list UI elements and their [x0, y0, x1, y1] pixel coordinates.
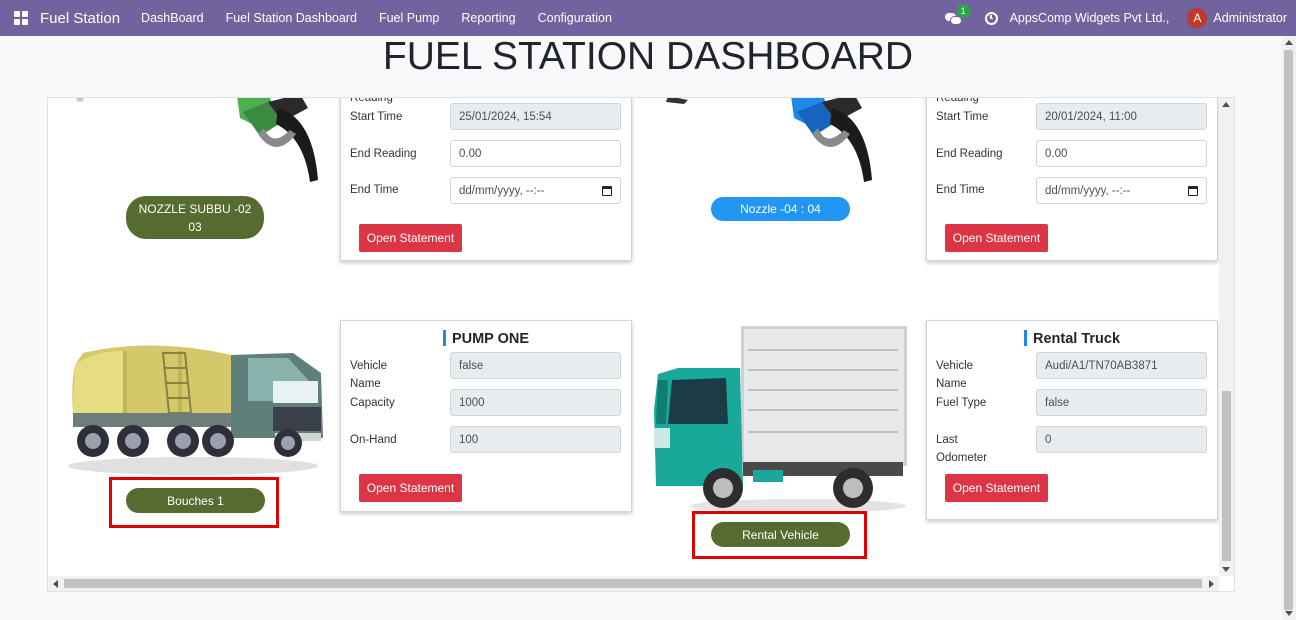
user-menu[interactable]: Administrator: [1213, 11, 1287, 25]
vehicle-name-label: Vehicle Name: [936, 360, 974, 390]
top-navbar: Fuel Station DashBoard Fuel Station Dash…: [0, 0, 1296, 36]
start-time-label: Start Time: [350, 111, 403, 123]
truck-card-title-text: Rental Truck: [1032, 331, 1121, 347]
scroll-down-icon[interactable]: [1222, 567, 1230, 572]
navbar-right: 1 AppsComp Widgets Pvt Ltd., A Administr…: [944, 0, 1287, 36]
reading-label: Reading: [936, 97, 979, 104]
rental-vehicle-pill-label: Rental Vehicle: [742, 527, 819, 542]
open-statement-button[interactable]: Open Statement: [945, 474, 1048, 502]
calendar-icon[interactable]: [602, 186, 612, 196]
page-title: FUEL STATION DASHBOARD: [382, 35, 914, 78]
end-time-placeholder: dd/mm/yyyy, --:--: [459, 184, 545, 197]
frame-vertical-scrollbar[interactable]: [1219, 98, 1234, 576]
nozzle-04-pill[interactable]: Nozzle -04 : 04: [711, 197, 850, 221]
fuel-nozzle-blue-image: [666, 98, 872, 182]
fuel-type-field: false: [1036, 389, 1207, 416]
vehicle-name-field: false: [450, 352, 621, 379]
vehicle-name-label: Vehicle Name: [350, 360, 388, 390]
fuel-type-label: Fuel Type: [936, 397, 987, 409]
app-brand[interactable]: Fuel Station: [40, 10, 120, 27]
end-reading-input[interactable]: 0.00: [450, 140, 621, 167]
scroll-right-icon[interactable]: [1209, 580, 1214, 588]
pump-card-title-text: PUMP ONE: [451, 331, 530, 347]
start-time-field: 20/01/2024, 11:00: [1036, 103, 1207, 130]
rental-truck-card: Rental Truck Vehicle Name Audi/A1/TN70AB…: [926, 320, 1218, 520]
end-reading-label: End Reading: [936, 148, 1003, 160]
end-time-input[interactable]: dd/mm/yyyy, --:--: [1036, 177, 1207, 204]
open-statement-button[interactable]: Open Statement: [359, 224, 462, 252]
end-time-label: End Time: [350, 184, 399, 196]
chat-badge: 1: [956, 5, 970, 17]
page-scrollbar-thumb[interactable]: [1284, 50, 1293, 610]
open-statement-button[interactable]: Open Statement: [359, 474, 462, 502]
menu-item-fuel-pump[interactable]: Fuel Pump: [379, 11, 439, 25]
nozzle-subbu-pill[interactable]: NOZZLE SUBBU -02 03: [126, 196, 264, 239]
pump-one-card: PUMP ONE Vehicle Name false Capacity 100…: [340, 320, 632, 512]
frame-horizontal-scrollbar[interactable]: [48, 576, 1219, 591]
nozzle-subbu-pill-label: NOZZLE SUBBU -02 03: [138, 201, 252, 234]
menu-item-configuration[interactable]: Configuration: [538, 11, 612, 25]
fuel-nozzle-green-image: [76, 98, 318, 182]
reading-label: Reading: [350, 97, 393, 104]
pump-card-title: PUMP ONE: [341, 330, 631, 347]
title-accent-bar: [442, 330, 446, 346]
nozzle-card-1: Reading Start Time 25/01/2024, 15:54 End…: [340, 97, 632, 261]
chat-icon[interactable]: 1: [944, 5, 970, 25]
start-time-field: 25/01/2024, 15:54: [450, 103, 621, 130]
onhand-field: 100: [450, 426, 621, 453]
menu-item-fuel-station-dashboard[interactable]: Fuel Station Dashboard: [226, 11, 357, 25]
start-time-label: Start Time: [936, 111, 989, 123]
capacity-field: 1000: [450, 389, 621, 416]
page-scrollbar[interactable]: [1282, 36, 1296, 620]
end-time-placeholder: dd/mm/yyyy, --:--: [1045, 184, 1131, 197]
bouches-pill-label: Bouches 1: [167, 493, 224, 508]
vehicle-name-field: Audi/A1/TN70AB3871: [1036, 352, 1207, 379]
rental-vehicle-pill[interactable]: Rental Vehicle: [711, 522, 850, 547]
end-reading-label: End Reading: [350, 148, 417, 160]
dashboard-frame: NOZZLE SUBBU -02 03 Reading Start Time 2…: [47, 97, 1235, 592]
menu-item-reporting[interactable]: Reporting: [461, 11, 515, 25]
rental-truck-image: [654, 326, 907, 513]
last-odometer-label: Last Odometer: [936, 434, 988, 464]
clock-icon[interactable]: [984, 11, 998, 25]
frame-horizontal-scrollbar-thumb[interactable]: [64, 579, 1202, 588]
open-statement-button[interactable]: Open Statement: [945, 224, 1048, 252]
menu-item-dashboard[interactable]: DashBoard: [141, 11, 204, 25]
nozzle-04-pill-label: Nozzle -04 : 04: [740, 202, 821, 216]
nozzle-card-2: Reading Start Time 20/01/2024, 11:00 End…: [926, 97, 1218, 261]
bouches-pill[interactable]: Bouches 1: [126, 488, 265, 513]
frame-vertical-scrollbar-thumb[interactable]: [1222, 391, 1231, 561]
capacity-label: Capacity: [350, 397, 395, 409]
company-switcher[interactable]: AppsComp Widgets Pvt Ltd.,: [1010, 11, 1170, 25]
main-menu: DashBoard Fuel Station Dashboard Fuel Pu…: [141, 11, 634, 25]
calendar-icon[interactable]: [1188, 186, 1198, 196]
apps-grid-icon[interactable]: [14, 11, 30, 25]
onhand-label: On-Hand: [350, 434, 397, 446]
tanker-truck-image: [68, 345, 323, 475]
scroll-up-icon[interactable]: [1285, 40, 1293, 45]
scroll-down-icon[interactable]: [1285, 611, 1293, 616]
last-odometer-field: 0: [1036, 426, 1207, 453]
avatar[interactable]: A: [1187, 8, 1208, 28]
end-time-label: End Time: [936, 184, 985, 196]
scroll-left-icon[interactable]: [53, 580, 58, 588]
end-time-input[interactable]: dd/mm/yyyy, --:--: [450, 177, 621, 204]
title-accent-bar: [1023, 330, 1027, 346]
scroll-up-icon[interactable]: [1222, 102, 1230, 107]
end-reading-input[interactable]: 0.00: [1036, 140, 1207, 167]
truck-card-title: Rental Truck: [927, 330, 1217, 347]
